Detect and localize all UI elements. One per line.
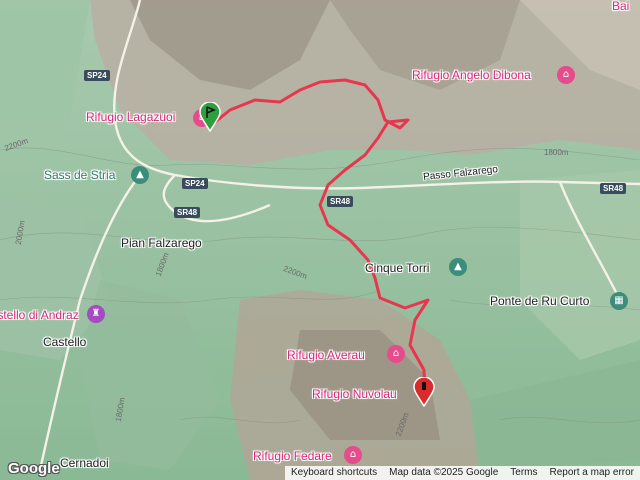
road-shield-sr48-mid: SR48: [327, 196, 354, 207]
place-label-bai[interactable]: Bai: [612, 0, 629, 13]
road-shield-sp24-top: SP24: [84, 70, 110, 81]
map-data-attribution: Map data ©2025 Google: [389, 467, 499, 478]
contour-label: 1800m: [544, 148, 569, 157]
road-shield-sr48-right: SR48: [600, 183, 627, 194]
cinque-torri-poi-icon[interactable]: ▲: [449, 258, 467, 276]
place-label-dibona[interactable]: Rifugio Angelo Dibona: [412, 68, 531, 82]
map-footer: Keyboard shortcuts Map data ©2025 Google…: [284, 466, 640, 480]
start-marker-icon[interactable]: [199, 102, 221, 132]
place-label-pian-falzarego[interactable]: Pian Falzarego: [121, 236, 202, 250]
place-label-sass-de-stria[interactable]: Sass de Stria: [44, 168, 115, 182]
averau-poi-icon[interactable]: ⌂: [387, 345, 405, 363]
place-label-lagazuoi[interactable]: Rifugio Lagazuoi: [86, 110, 175, 124]
end-marker-icon[interactable]: [413, 377, 435, 407]
place-label-cernadoi[interactable]: Cernadoi: [60, 456, 109, 470]
place-label-castello[interactable]: Castello: [43, 335, 86, 349]
sass-de-stria-poi-icon[interactable]: ▲: [131, 166, 149, 184]
andraz-poi-icon[interactable]: ♜: [87, 305, 105, 323]
place-label-fedare[interactable]: Rifugio Fedare: [253, 449, 332, 463]
road-shield-sr48-left: SR48: [174, 207, 201, 218]
place-label-ponte[interactable]: Ponte de Ru Curto: [490, 294, 589, 308]
place-label-averau[interactable]: Rifugio Averau: [287, 348, 365, 362]
dibona-poi-icon[interactable]: ⌂: [557, 66, 575, 84]
terms-link[interactable]: Terms: [504, 466, 543, 480]
place-label-nuvolau[interactable]: Rifugio Nuvolau: [312, 387, 397, 401]
google-logo: Google: [8, 460, 60, 477]
ponte-poi-icon[interactable]: ▦: [610, 292, 628, 310]
road-shield-sp24-mid: SP24: [182, 178, 208, 189]
keyboard-shortcuts-link[interactable]: Keyboard shortcuts: [285, 466, 383, 480]
report-error-link[interactable]: Report a map error: [544, 466, 640, 480]
fedare-poi-icon[interactable]: ⌂: [344, 446, 362, 464]
place-label-cinque-torri[interactable]: Cinque Torri: [365, 261, 429, 275]
place-label-andraz[interactable]: Castello di Andraz: [0, 308, 79, 322]
